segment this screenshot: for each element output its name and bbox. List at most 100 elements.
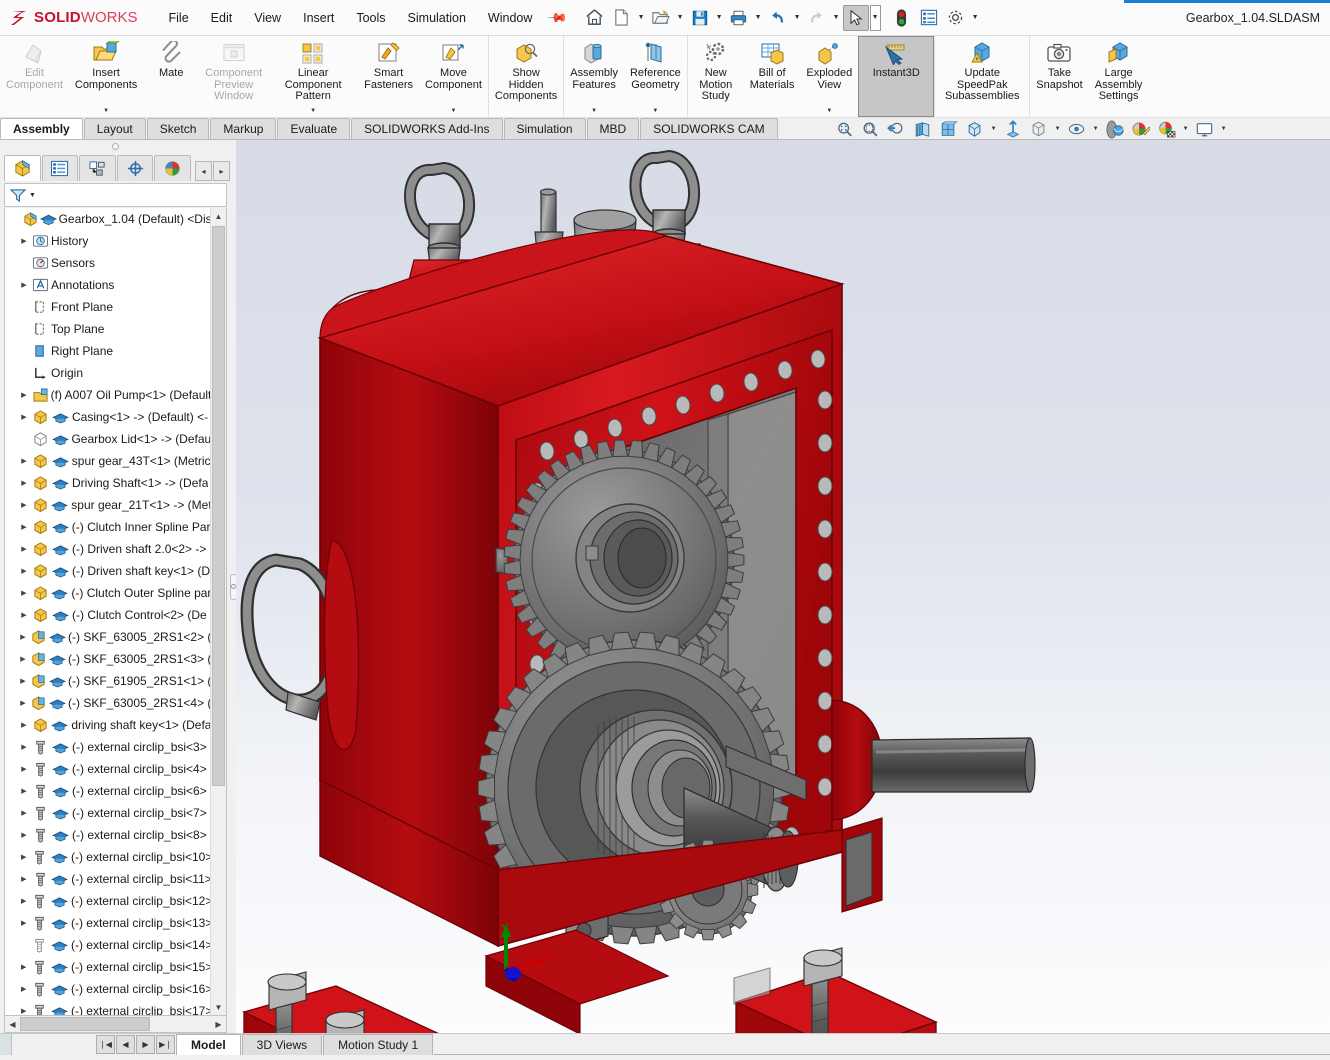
tree-expand-arrow-icon[interactable]: ▶ xyxy=(17,274,31,296)
take-snapshot-button[interactable]: Take Snapshot xyxy=(1030,36,1088,117)
tree-node[interactable]: ▶ (-) external circlip_bsi<13> xyxy=(5,912,210,934)
menu-insert[interactable]: Insert xyxy=(292,7,345,29)
tree-expand-arrow-icon[interactable]: ▶ xyxy=(17,802,31,824)
tree-expand-arrow-icon[interactable]: ▶ xyxy=(17,494,31,516)
display-manager-tab[interactable] xyxy=(154,155,191,181)
save-dropdown[interactable]: ▼ xyxy=(714,6,725,30)
tree-expand-arrow-icon[interactable]: ▶ xyxy=(16,648,29,670)
instant3d-button[interactable]: Instant3D xyxy=(858,36,935,117)
tree-node[interactable]: ▶ (-) external circlip_bsi<17> xyxy=(5,1000,210,1015)
move-component-dropdown[interactable]: ▼ xyxy=(451,108,457,116)
tree-expand-arrow-icon[interactable]: ▶ xyxy=(17,538,31,560)
tree-expand-arrow-icon[interactable]: ▶ xyxy=(17,978,31,1000)
gearbox-assembly-3d-model[interactable] xyxy=(236,140,1330,1033)
tree-node[interactable]: Origin xyxy=(5,362,210,384)
tree-filter-bar[interactable]: ▼ xyxy=(4,183,227,207)
tab-solidworks-add-ins[interactable]: SOLIDWORKS Add-Ins xyxy=(351,118,503,139)
tree-node[interactable]: ▶ (-) external circlip_bsi<11> xyxy=(5,868,210,890)
undo-button[interactable] xyxy=(765,5,791,31)
tree-expand-arrow-icon[interactable]: ▶ xyxy=(17,604,31,626)
tree-node[interactable]: Top Plane xyxy=(5,318,210,340)
rebuild-button[interactable] xyxy=(889,5,915,31)
apply-scene-button[interactable] xyxy=(1027,119,1051,139)
tree-node[interactable]: ▶ (-) SKF_61905_2RS1<1> (D xyxy=(5,670,210,692)
apply-scene-sphere-button[interactable] xyxy=(1155,119,1179,139)
tree-node[interactable]: ▶ (-) external circlip_bsi<3> xyxy=(5,736,210,758)
last-tab-button[interactable]: ▶❘ xyxy=(156,1035,175,1054)
exploded-view-dropdown[interactable]: ▼ xyxy=(826,108,832,116)
panel-grip-handle[interactable] xyxy=(0,140,231,153)
previous-view-button[interactable] xyxy=(885,119,909,139)
show-hidden-components-button[interactable]: Show Hidden Components xyxy=(489,36,563,117)
tab-layout[interactable]: Layout xyxy=(83,118,146,139)
view-orientation-button[interactable] xyxy=(937,119,961,139)
graphics-viewport[interactable] xyxy=(236,140,1330,1033)
open-document-dropdown[interactable]: ▼ xyxy=(675,6,686,30)
tree-node[interactable]: ▶ History xyxy=(5,230,210,252)
first-tab-button[interactable]: ❘◀ xyxy=(96,1035,115,1054)
tree-node[interactable]: ▶ (-) Clutch Control<2> (De xyxy=(5,604,210,626)
feature-tree-horizontal-scrollbar[interactable]: ◀ ▶ xyxy=(4,1016,227,1033)
tree-expand-arrow-icon[interactable]: ▶ xyxy=(16,626,29,648)
new-document-dropdown[interactable]: ▼ xyxy=(636,6,647,30)
tree-node[interactable]: Right Plane xyxy=(5,340,210,362)
tree-tabs-scroll-right[interactable]: ▸ xyxy=(212,161,230,181)
hide-show-items-button[interactable] xyxy=(1001,119,1025,139)
tree-node[interactable]: Sensors xyxy=(5,252,210,274)
tree-expand-arrow-icon[interactable]: ▶ xyxy=(17,780,31,802)
display-style-dropdown[interactable]: ▼ xyxy=(989,119,999,139)
viewport-layout-dropdown[interactable]: ▼ xyxy=(1219,119,1229,139)
large-assembly-settings-button[interactable]: Large Assembly Settings xyxy=(1089,36,1149,117)
tree-node[interactable]: ▶ (-) Clutch Inner Spline Par xyxy=(5,516,210,538)
zoom-to-area-button[interactable] xyxy=(859,119,883,139)
menu-simulation[interactable]: Simulation xyxy=(397,7,477,29)
scroll-left-arrow[interactable]: ◀ xyxy=(5,1017,20,1032)
pushpin-icon[interactable]: 📌 xyxy=(546,6,569,29)
filter-dropdown-caret[interactable]: ▼ xyxy=(29,192,36,199)
tab-markup[interactable]: Markup xyxy=(210,118,277,139)
options-button[interactable] xyxy=(943,5,969,31)
tree-node[interactable]: ▶ Casing<1> -> (Default) <- xyxy=(5,406,210,428)
print-dropdown[interactable]: ▼ xyxy=(753,6,764,30)
tree-node[interactable]: ▶ (-) external circlip_bsi<8> xyxy=(5,824,210,846)
tree-expand-arrow-icon[interactable]: ▶ xyxy=(17,846,31,868)
print-button[interactable] xyxy=(726,5,752,31)
new-motion-study-button[interactable]: New Motion Study xyxy=(688,36,744,117)
select-tool-dropdown[interactable]: ▼ xyxy=(869,4,881,31)
new-document-button[interactable] xyxy=(609,5,635,31)
tree-node[interactable]: ▶ (-) SKF_63005_2RS1<2> (D xyxy=(5,626,210,648)
view-settings-button[interactable] xyxy=(1065,119,1089,139)
tab-simulation[interactable]: Simulation xyxy=(503,118,586,139)
view-settings-dropdown[interactable]: ▼ xyxy=(1091,119,1101,139)
smart-fasteners-button[interactable]: Smart Fasteners xyxy=(358,36,419,117)
scroll-right-arrow[interactable]: ▶ xyxy=(211,1017,226,1032)
assembly-features-button[interactable]: Assembly Features ▼ xyxy=(564,36,624,117)
assembly-features-dropdown[interactable]: ▼ xyxy=(591,108,597,116)
tree-expand-arrow-icon[interactable]: ▶ xyxy=(17,868,31,890)
update-speedpak-button[interactable]: Update SpeedPak Subassemblies xyxy=(935,36,1029,117)
tree-node[interactable]: ▶ (-) SKF_63005_2RS1<4> (D xyxy=(5,692,210,714)
mate-button[interactable]: Mate xyxy=(143,36,199,117)
bottom-tab-model[interactable]: Model xyxy=(176,1034,241,1055)
tree-node[interactable]: ▶ (-) Driven shaft 2.0<2> -> xyxy=(5,538,210,560)
configuration-manager-tab[interactable] xyxy=(79,155,116,181)
tree-expand-arrow-icon[interactable]: ▶ xyxy=(17,1000,31,1015)
dimxpert-manager-tab[interactable] xyxy=(116,155,154,181)
tree-expand-arrow-icon[interactable]: ▶ xyxy=(17,912,31,934)
apply-scene-dropdown[interactable]: ▼ xyxy=(1053,119,1063,139)
tree-node[interactable]: ▶ Annotations xyxy=(5,274,210,296)
linear-pattern-dropdown[interactable]: ▼ xyxy=(310,108,316,116)
insert-components-dropdown[interactable]: ▼ xyxy=(103,108,109,116)
tree-expand-arrow-icon[interactable]: ▶ xyxy=(17,406,31,428)
linear-component-pattern-button[interactable]: Linear Component Pattern ▼ xyxy=(268,36,358,117)
next-tab-button[interactable]: ▶ xyxy=(136,1035,155,1054)
horizontal-scrollbar-thumb[interactable] xyxy=(20,1017,150,1031)
tree-node[interactable]: ▶ (-) external circlip_bsi<7> xyxy=(5,802,210,824)
edit-appearance-button[interactable] xyxy=(1129,119,1153,139)
vertical-scrollbar-thumb[interactable] xyxy=(212,226,225,786)
move-component-button[interactable]: Move Component ▼ xyxy=(419,36,488,117)
tab-solidworks-cam[interactable]: SOLIDWORKS CAM xyxy=(640,118,778,139)
feature-tree[interactable]: Gearbox_1.04 (Default) <Displa ▶ History S… xyxy=(4,208,227,1016)
tree-node[interactable]: ▶ (f) A007 Oil Pump<1> (Default xyxy=(5,384,210,406)
tree-expand-arrow-icon[interactable]: ▶ xyxy=(17,384,31,406)
